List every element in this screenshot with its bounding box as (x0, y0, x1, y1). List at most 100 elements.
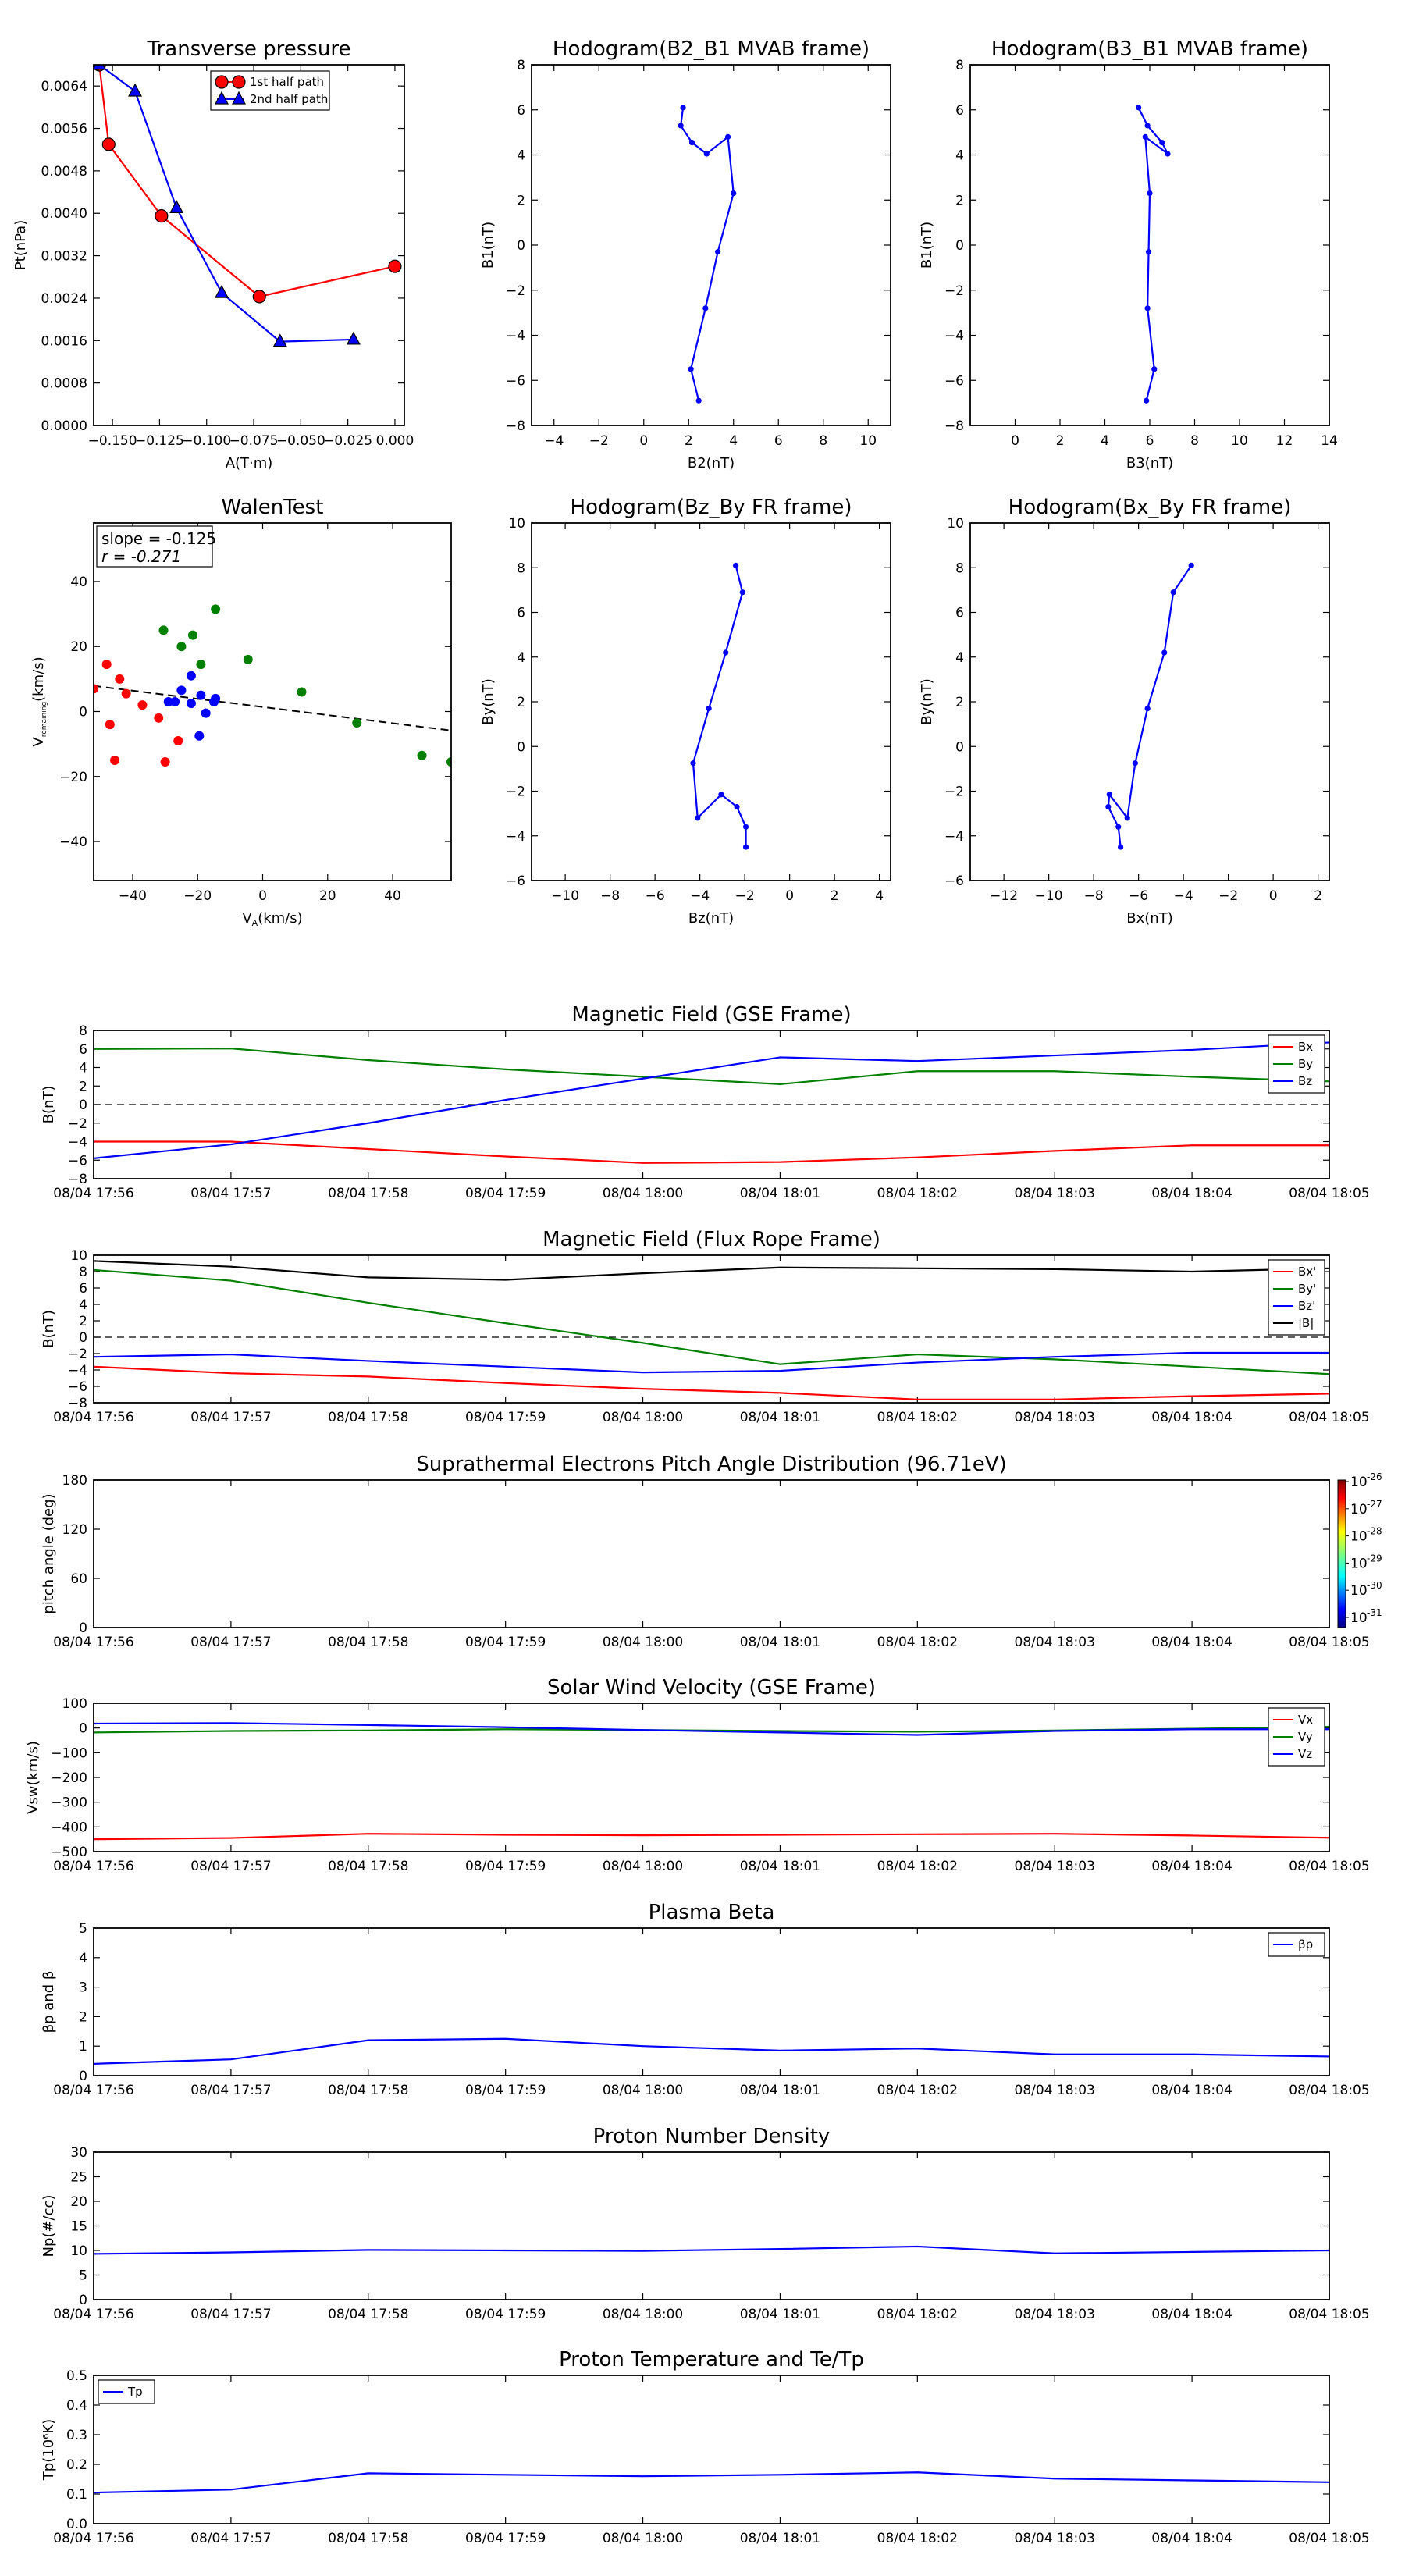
data-point (715, 249, 721, 255)
x-tick-label: −2 (589, 433, 609, 449)
y-tick-label: 10 (947, 516, 964, 532)
x-tick-label: −0.100 (182, 433, 231, 449)
y-tick-label: 0 (517, 238, 525, 254)
x-tick-label: −4 (544, 433, 564, 449)
scatter-point (201, 708, 211, 718)
colorbar-tick-label: 10 (1350, 1502, 1368, 1517)
scatter-point (158, 625, 169, 635)
x-tick-label: 08/04 17:56 (53, 1410, 133, 1425)
y-tick-label: −4 (506, 329, 525, 344)
x-tick-label: 08/04 18:03 (1015, 1186, 1095, 1201)
chart-title: Hodogram(Bz_By FR frame) (571, 496, 852, 519)
y-tick-label: −300 (51, 1795, 87, 1811)
y-tick-label: 8 (79, 1023, 87, 1039)
y-tick-label: −400 (51, 1820, 87, 1835)
data-point (1106, 792, 1112, 798)
data-point (1115, 824, 1122, 830)
x-tick-label: 08/04 18:00 (603, 1410, 683, 1425)
x-tick-label: 08/04 18:04 (1151, 1635, 1232, 1650)
y-tick-label: 10 (508, 516, 525, 532)
legend-label: By' (1298, 1282, 1316, 1296)
scatter-point (417, 750, 427, 760)
y-tick-label: 6 (79, 1281, 87, 1297)
data-point (1144, 705, 1151, 712)
x-tick-label: 08/04 18:05 (1289, 1859, 1369, 1874)
data-point (1144, 305, 1151, 311)
data-point (1118, 844, 1124, 850)
y-tick-label: 0.0016 (41, 333, 87, 349)
data-point (706, 705, 712, 712)
y-tick-label: −4 (68, 1135, 87, 1151)
chart-title: Suprathermal Electrons Pitch Angle Distr… (416, 1453, 1006, 1476)
y-tick-label: 6 (79, 1042, 87, 1058)
y-tick-label: 15 (70, 2219, 87, 2235)
y-tick-label: 0.0048 (41, 164, 87, 180)
chart-title: Plasma Beta (649, 1901, 775, 1924)
scatter-point (137, 700, 148, 710)
scatter-point (115, 674, 125, 684)
x-tick-label: −4 (1174, 888, 1193, 904)
x-axis-label: B3(nT) (1126, 455, 1173, 471)
y-tick-label: −20 (59, 770, 87, 785)
chart-title: Magnetic Field (GSE Frame) (571, 1003, 851, 1026)
chart-title: Transverse pressure (147, 37, 351, 61)
y-tick-label: 0.0024 (41, 291, 87, 307)
legend-label: Bz (1298, 1074, 1312, 1088)
scatter-point (211, 693, 221, 703)
data-point (678, 123, 684, 129)
y-tick-label: 2 (79, 2009, 87, 2025)
x-tick-label: −0.075 (229, 433, 279, 449)
y-tick-label: −500 (51, 1845, 87, 1860)
data-point (734, 803, 740, 810)
x-tick-label: −6 (1129, 888, 1148, 904)
legend-marker (215, 75, 229, 89)
scatter-point (352, 718, 362, 728)
y-tick-label: 8 (955, 58, 964, 73)
x-tick-label: 08/04 17:56 (53, 1859, 133, 1874)
scatter-point (160, 757, 170, 767)
x-tick-label: 08/04 18:00 (603, 2083, 683, 2098)
x-tick-label: 08/04 18:02 (877, 2307, 958, 2322)
x-tick-label: 08/04 18:03 (1015, 2083, 1095, 2098)
x-tick-label: −10 (1035, 888, 1063, 904)
x-tick-label: 08/04 17:58 (328, 1635, 408, 1650)
x-tick-label: 08/04 18:05 (1289, 1186, 1369, 1201)
y-axis-label: pitch angle (deg) (41, 1493, 57, 1614)
y-tick-label: 0.0 (66, 2517, 87, 2532)
x-tick-label: 6 (774, 433, 783, 449)
x-tick-label: 4 (729, 433, 738, 449)
scatter-point (105, 720, 115, 730)
data-point (742, 844, 749, 850)
legend-label: Bx' (1298, 1265, 1316, 1279)
y-tick-label: 2 (517, 193, 525, 208)
y-tick-label: 0 (955, 739, 964, 755)
y-tick-label: −4 (68, 1363, 87, 1379)
x-tick-label: 08/04 17:58 (328, 1186, 408, 1201)
data-point (742, 824, 749, 830)
scatter-point (154, 713, 164, 723)
x-tick-label: 08/04 18:01 (740, 1635, 820, 1650)
x-tick-label: 08/04 18:02 (877, 2531, 958, 2546)
scatter-point (243, 654, 253, 664)
x-tick-label: 4 (875, 888, 884, 904)
data-point (1159, 140, 1165, 146)
scatter-point (176, 685, 187, 696)
y-tick-label: 4 (79, 1951, 87, 1966)
data-point (1165, 151, 1171, 157)
colorbar-tick-label: 10 (1350, 1475, 1368, 1490)
x-tick-label: 08/04 18:02 (877, 1186, 958, 1201)
chart-title: Magnetic Field (Flux Rope Frame) (542, 1228, 880, 1251)
x-tick-label: 08/04 17:58 (328, 1410, 408, 1425)
x-tick-label: 08/04 18:01 (740, 1186, 820, 1201)
legend-label: Bx (1298, 1040, 1313, 1054)
x-tick-label: 08/04 18:03 (1015, 2531, 1095, 2546)
figure-canvas: Transverse pressure−0.150−0.125−0.100−0.… (0, 0, 1405, 2576)
y-axis-label: Vsw(km/s) (25, 1741, 41, 1814)
x-axis-label: B2(nT) (688, 455, 735, 471)
y-tick-label: −2 (944, 283, 964, 299)
y-tick-label: −4 (944, 829, 964, 845)
x-tick-label: −8 (1084, 888, 1104, 904)
y-tick-label: 2 (955, 695, 964, 710)
y-tick-label: 100 (62, 1696, 87, 1712)
data-point (731, 190, 737, 197)
